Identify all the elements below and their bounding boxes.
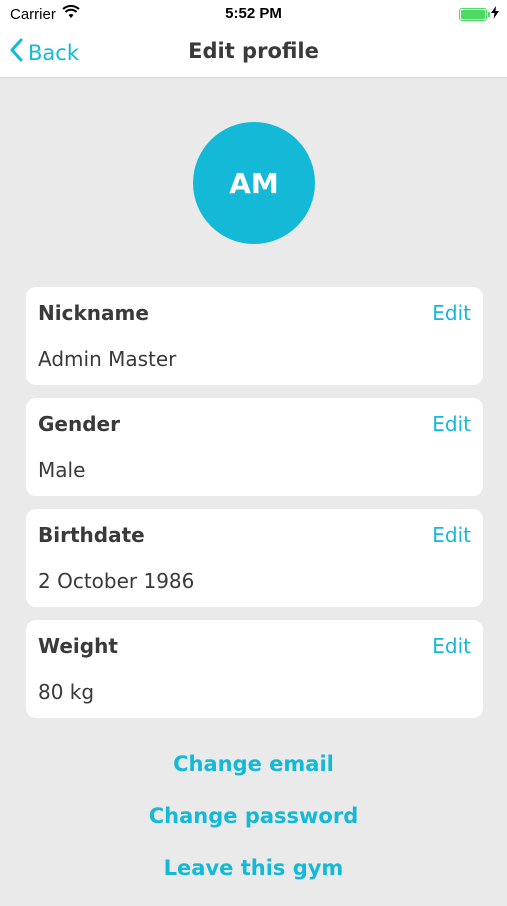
field-card-nickname: Nickname Edit Admin Master bbox=[26, 287, 483, 385]
status-time: 5:52 PM bbox=[225, 5, 282, 22]
account-actions: Change email Change password Leave this … bbox=[0, 750, 507, 906]
edit-nickname-button[interactable]: Edit bbox=[432, 301, 471, 325]
status-right bbox=[459, 6, 499, 23]
battery-fill bbox=[461, 10, 485, 19]
field-value: Admin Master bbox=[38, 347, 177, 371]
edit-birthdate-button[interactable]: Edit bbox=[432, 523, 471, 547]
field-card-weight: Weight Edit 80 kg bbox=[26, 620, 483, 718]
status-bar: Carrier 5:52 PM bbox=[0, 0, 507, 28]
field-label: Nickname bbox=[38, 301, 149, 325]
field-card-gender: Gender Edit Male bbox=[26, 398, 483, 496]
avatar[interactable]: AM bbox=[193, 122, 315, 244]
field-value: 80 kg bbox=[38, 680, 95, 704]
avatar-initials: AM bbox=[229, 166, 279, 200]
change-password-link[interactable]: Change password bbox=[0, 802, 507, 854]
page-title: Edit profile bbox=[188, 39, 319, 63]
field-value: 2 October 1986 bbox=[38, 569, 195, 593]
profile-fields: Nickname Edit Admin Master Gender Edit M… bbox=[26, 287, 483, 731]
edit-gender-button[interactable]: Edit bbox=[432, 412, 471, 436]
edit-weight-button[interactable]: Edit bbox=[432, 634, 471, 658]
navigation-bar: Back Edit profile bbox=[0, 28, 507, 78]
battery-icon bbox=[459, 8, 490, 21]
leave-gym-link[interactable]: Leave this gym bbox=[0, 854, 507, 906]
field-label: Gender bbox=[38, 412, 120, 436]
field-value: Male bbox=[38, 458, 86, 482]
field-label: Weight bbox=[38, 634, 118, 658]
change-email-link[interactable]: Change email bbox=[0, 750, 507, 802]
field-label: Birthdate bbox=[38, 523, 145, 547]
field-card-birthdate: Birthdate Edit 2 October 1986 bbox=[26, 509, 483, 607]
charging-icon bbox=[491, 6, 499, 23]
